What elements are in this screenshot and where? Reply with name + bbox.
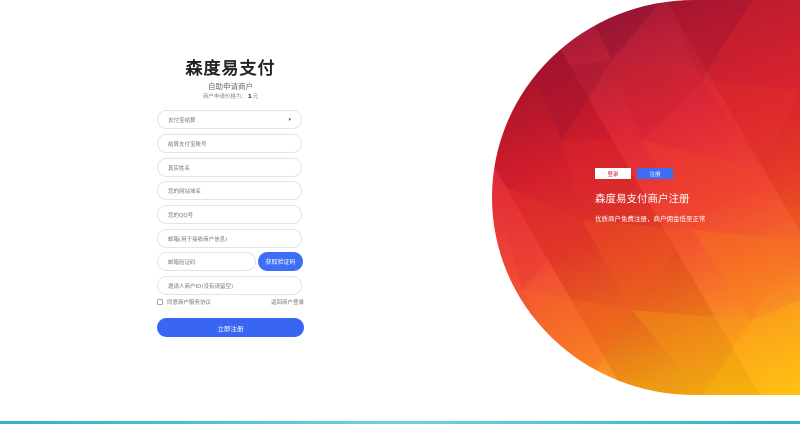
account-input[interactable]: 结算支付宝账号 — [157, 134, 302, 153]
page-title: 森度易支付 — [185, 59, 276, 79]
back-to-login-link[interactable]: 返回商户登录 — [271, 298, 304, 306]
qq-placeholder: 您的QQ号 — [168, 212, 194, 219]
invite-id-input[interactable]: 邀请人商户ID(没有请留空) — [157, 276, 302, 295]
register-submit-button[interactable]: 立即注册 — [157, 318, 304, 337]
agree-label[interactable]: 同意商户服务协议 — [167, 298, 211, 306]
agree-row: 同意商户服务协议 返回商户登录 — [157, 297, 304, 307]
account-placeholder: 结算支付宝账号 — [168, 141, 207, 148]
hero-panel: 登录 注册 森度易支付商户注册 优质商户免费注册，商户佣金低至正常 — [492, 0, 800, 395]
website-placeholder: 您的网站域名 — [168, 188, 202, 195]
email-code-placeholder: 邮箱验证码 — [168, 259, 196, 266]
invite-id-placeholder: 邀请人商户ID(没有请留空) — [168, 283, 234, 290]
qq-input[interactable]: 您的QQ号 — [157, 205, 302, 224]
register-page: 森度易支付 自助申请商户 商户申请价格为：1元 支付宝结算 ▾ 结算支付宝账号 … — [0, 0, 800, 424]
get-code-button[interactable]: 获取验证码 — [258, 252, 303, 271]
settle-type-select[interactable]: 支付宝结算 ▾ — [157, 110, 302, 129]
settle-type-value: 支付宝结算 — [168, 117, 196, 124]
hero-tabs: 登录 注册 — [595, 168, 673, 179]
email-placeholder: 邮箱(用于接收商户信息) — [168, 236, 228, 243]
page-subtitle: 自助申请商户 — [208, 82, 253, 91]
agree-checkbox[interactable] — [157, 299, 163, 305]
email-code-input[interactable]: 邮箱验证码 — [157, 252, 256, 271]
tab-register[interactable]: 注册 — [637, 168, 673, 179]
price-prefix: 商户申请价格为： — [202, 94, 247, 100]
realname-placeholder: 真实姓名 — [168, 165, 191, 172]
email-input[interactable]: 邮箱(用于接收商户信息) — [157, 229, 302, 248]
realname-input[interactable]: 真实姓名 — [157, 158, 302, 177]
hero-subtitle: 优质商户免费注册，商户佣金低至正常 — [595, 215, 706, 223]
hero-title: 森度易支付商户注册 — [595, 193, 690, 205]
price-value: 1 — [247, 94, 252, 100]
website-input[interactable]: 您的网站域名 — [157, 181, 302, 200]
chevron-down-icon: ▾ — [288, 116, 291, 123]
price-unit: 元 — [252, 94, 259, 100]
price-line: 商户申请价格为：1元 — [157, 93, 304, 101]
register-form: 森度易支付 自助申请商户 商户申请价格为：1元 支付宝结算 ▾ 结算支付宝账号 … — [157, 58, 304, 337]
tab-login[interactable]: 登录 — [595, 168, 631, 179]
